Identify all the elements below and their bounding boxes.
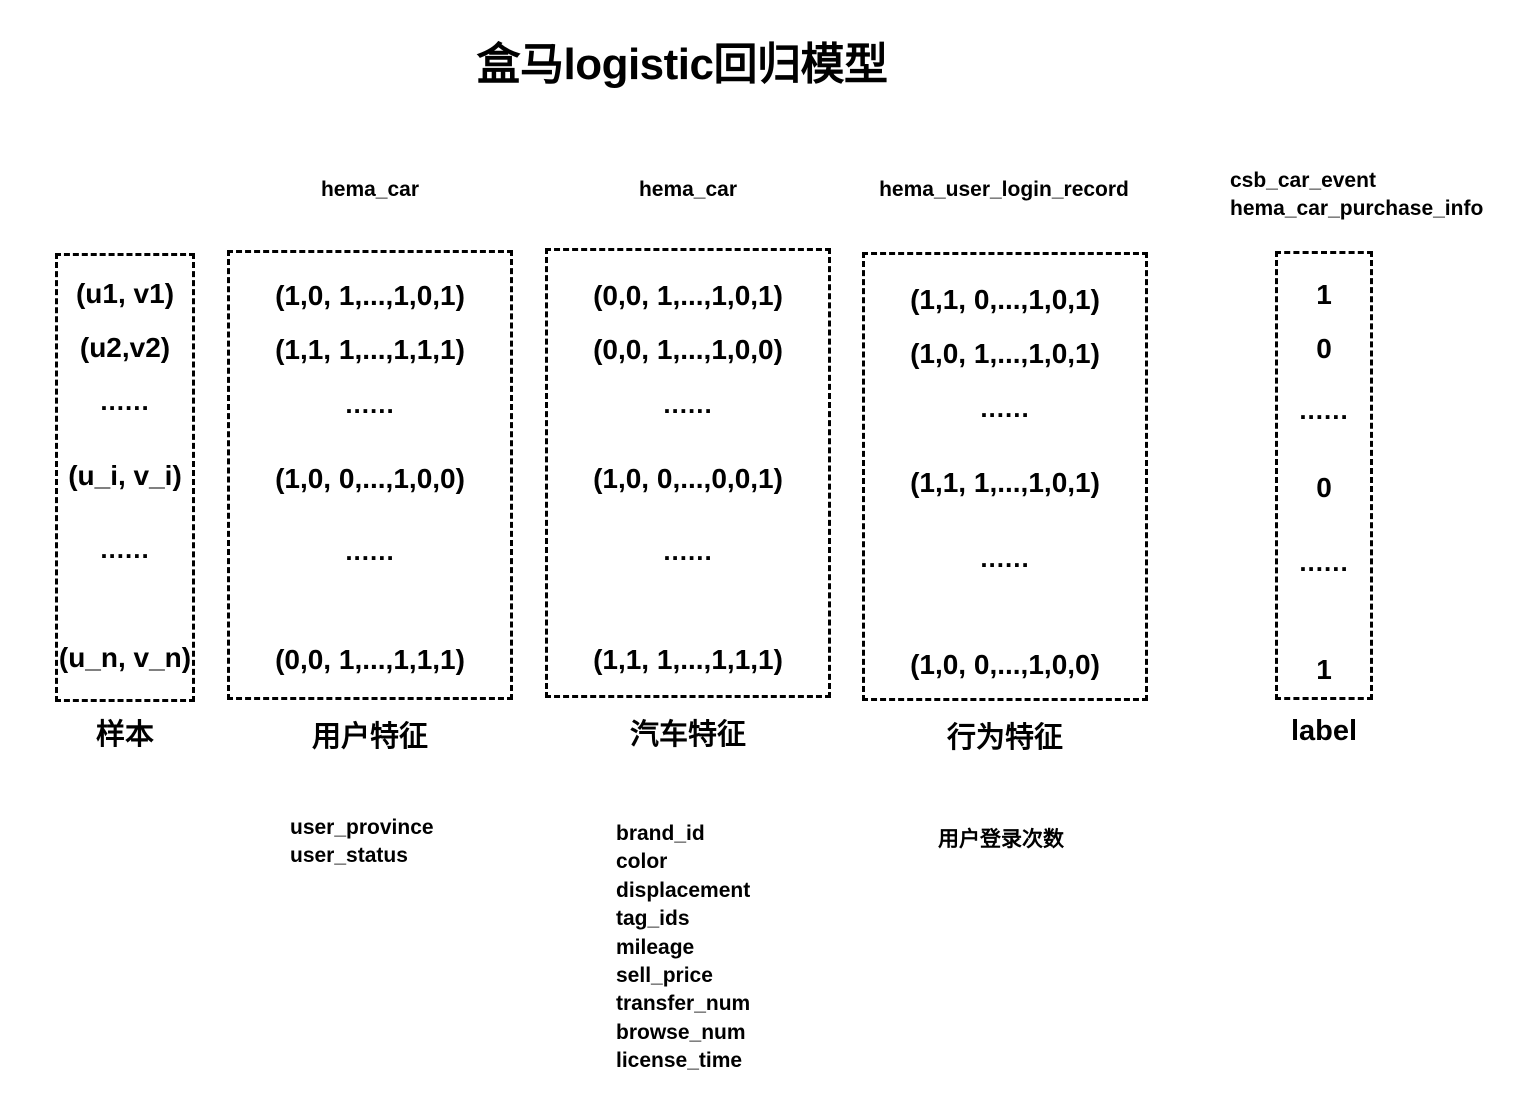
car-feature-ellipsis: ...... xyxy=(663,389,713,419)
car-feature-row: (1,0, 0,...,0,0,1) xyxy=(593,463,783,494)
car-field: browse_num xyxy=(616,1020,746,1044)
behavior-feature-ellipsis: ...... xyxy=(980,543,1030,573)
car-feature-row: (0,0, 1,...,1,0,1) xyxy=(593,280,783,311)
caption-user-features: 用户特征 xyxy=(311,721,428,753)
label-box: 1 0 ...... 0 ...... 1 xyxy=(1275,251,1373,700)
label-ellipsis: ...... xyxy=(1299,395,1349,425)
source-label-table-2: hema_car_purchase_info xyxy=(1230,197,1484,220)
user-feature-row: (1,0, 1,...,1,0,1) xyxy=(275,280,465,311)
car-field: color xyxy=(616,850,668,874)
caption-label: label xyxy=(1290,715,1358,747)
user-field-list: user_province user_status xyxy=(290,814,434,871)
behavior-field: 用户登录次数 xyxy=(938,828,1064,851)
source-car-table: hema_car xyxy=(638,178,738,201)
behavior-feature-row: (1,0, 0,...,1,0,0) xyxy=(910,649,1100,680)
caption-behavior-features: 行为特征 xyxy=(946,722,1063,754)
diagram-title: 盒马logistic回归模型 xyxy=(476,40,888,89)
sample-row: (u2,v2) xyxy=(79,332,171,363)
source-behavior-table: hema_user_login_record xyxy=(879,178,1129,201)
car-field-list: brand_id color displacement tag_ids mile… xyxy=(616,820,750,1076)
behavior-feature-row: (1,1, 1,...,1,0,1) xyxy=(910,467,1100,498)
car-feature-row: (1,1, 1,...,1,1,1) xyxy=(593,644,783,675)
user-field: user_status xyxy=(290,844,408,868)
car-field: tag_ids xyxy=(616,907,690,931)
label-row: 1 xyxy=(1316,654,1332,685)
source-user-table: hema_car xyxy=(320,178,420,201)
sample-box: (u1, v1) (u2,v2) ...... (u_i, v_i) .....… xyxy=(55,253,195,702)
sample-row: (u_n, v_n) xyxy=(58,642,192,673)
user-feature-row: (1,0, 0,...,1,0,0) xyxy=(275,463,465,494)
car-field: displacement xyxy=(616,878,751,902)
label-row: 1 xyxy=(1316,279,1332,310)
car-field: mileage xyxy=(616,935,695,959)
user-field: user_province xyxy=(290,816,434,839)
label-row: 0 xyxy=(1316,333,1332,364)
label-ellipsis: ...... xyxy=(1299,547,1349,577)
car-field: sell_price xyxy=(616,964,713,988)
car-field: brand_id xyxy=(616,822,705,845)
caption-sample: 样本 xyxy=(95,719,154,751)
sample-row: (u_i, v_i) xyxy=(68,460,182,491)
user-feature-ellipsis: ...... xyxy=(345,536,395,566)
caption-car-features: 汽车特征 xyxy=(629,719,746,751)
user-feature-box: (1,0, 1,...,1,0,1) (1,1, 1,...,1,1,1) ..… xyxy=(227,250,513,700)
behavior-feature-box: (1,1, 0,...,1,0,1) (1,0, 1,...,1,0,1) ..… xyxy=(862,252,1148,701)
behavior-feature-ellipsis: ...... xyxy=(980,393,1030,423)
car-feature-row: (0,0, 1,...,1,0,0) xyxy=(593,334,783,365)
sample-ellipsis: ...... xyxy=(100,534,150,564)
behavior-field-list: 用户登录次数 xyxy=(938,826,1064,854)
behavior-feature-row: (1,0, 1,...,1,0,1) xyxy=(910,338,1100,369)
user-feature-row: (1,1, 1,...,1,1,1) xyxy=(275,334,465,365)
behavior-feature-row: (1,1, 0,...,1,0,1) xyxy=(910,284,1100,315)
car-feature-box: (0,0, 1,...,1,0,1) (0,0, 1,...,1,0,0) ..… xyxy=(545,248,831,698)
user-feature-row: (0,0, 1,...,1,1,1) xyxy=(275,644,465,675)
sample-ellipsis: ...... xyxy=(100,386,150,416)
user-feature-ellipsis: ...... xyxy=(345,389,395,419)
label-row: 0 xyxy=(1316,472,1332,503)
sample-row: (u1, v1) xyxy=(75,278,175,309)
car-feature-ellipsis: ...... xyxy=(663,536,713,566)
car-field: transfer_num xyxy=(616,992,751,1016)
source-label-table-1: csb_car_event xyxy=(1230,169,1376,192)
car-field: license_time xyxy=(616,1049,743,1073)
